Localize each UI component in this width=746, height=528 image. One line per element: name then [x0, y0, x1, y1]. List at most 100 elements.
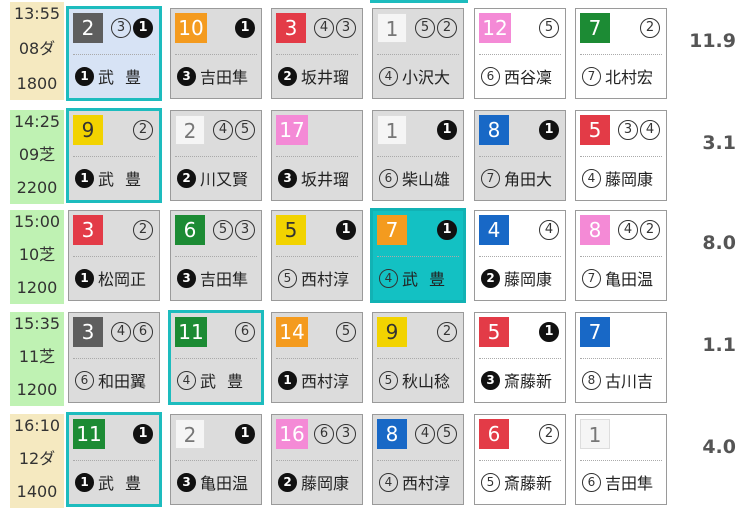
jockey: 4 西村淳 [379, 470, 459, 494]
horse-cell[interactable]: 1 6 吉田隼 [575, 414, 667, 505]
prediction-marks: 1 [437, 118, 457, 142]
horse-cell[interactable]: 3 2 1 松岡正 [68, 210, 160, 301]
horse-cell[interactable]: 12 5 6 西谷凜 [474, 8, 566, 99]
jockey-name: 川又賢 [200, 170, 249, 189]
horse-number: 11 [73, 419, 105, 449]
divider [479, 358, 561, 359]
horse-cell[interactable]: 5 1 3 斎藤新 [474, 312, 566, 403]
jockey-name: 和田翼 [98, 372, 147, 391]
jockey-rank-icon: 2 [481, 268, 500, 288]
divider [377, 54, 459, 55]
jockey-rank-icon: 8 [582, 370, 601, 390]
jockey: 8 古川吉 [582, 368, 662, 392]
divider [276, 54, 358, 55]
jockey-rank-icon: 2 [278, 66, 297, 86]
horse-cell[interactable]: 11 1 1 武豊 [66, 412, 162, 507]
horse-header: 51 [479, 317, 561, 347]
horse-header: 653 [175, 215, 257, 245]
prediction-marks: 6 [235, 320, 255, 344]
horse-number: 10 [175, 13, 207, 43]
mark-filled-circle: 1 [235, 424, 255, 444]
mark-outline-circle: 3 [336, 18, 356, 38]
horse-cell[interactable]: 9 2 1 武豊 [66, 108, 162, 203]
horse-cell[interactable]: 7 8 古川吉 [575, 312, 667, 403]
horse-cell[interactable]: 5 3 4 4 藤岡康 [575, 110, 667, 201]
prediction-marks: 31 [111, 16, 153, 40]
horse-number: 17 [276, 115, 308, 145]
divider [580, 358, 662, 359]
race-distance: 2200 [16, 178, 58, 197]
mark-outline-circle: 3 [111, 18, 131, 38]
jockey: 3 吉田隼 [177, 266, 257, 290]
jockey-name: 西村淳 [402, 474, 451, 493]
horse-cell[interactable]: 3 4 3 2 坂井瑠 [271, 8, 363, 99]
horse-cell[interactable]: 1 1 6 柴山雄 [372, 110, 464, 201]
jockey-name: 角田大 [504, 170, 553, 189]
divider [73, 156, 155, 157]
divider [73, 358, 155, 359]
horse-header: 11 6 [175, 317, 257, 347]
horse-number: 1 [377, 115, 407, 145]
prediction-marks: 43 [314, 16, 356, 40]
horse-cell[interactable]: 8 4 2 7 亀田温 [575, 210, 667, 301]
horse-cell[interactable]: 2 4 5 2 川又賢 [170, 110, 262, 201]
horse-number: 8 [377, 419, 407, 449]
race-time: 15:00 [13, 212, 61, 231]
horse-cell[interactable]: 17 3 坂井瑠 [271, 110, 363, 201]
prediction-marks: 52 [415, 16, 457, 40]
horse-cell[interactable]: 7 1 4 武豊 [370, 208, 466, 303]
horse-cell[interactable]: 3 4 6 6 和田翼 [68, 312, 160, 403]
mark-outline-circle: 2 [133, 220, 153, 240]
mark-outline-circle: 4 [640, 120, 660, 140]
horse-cell[interactable]: 6 5 3 3 吉田隼 [170, 210, 262, 301]
horse-cell[interactable]: 9 2 5 秋山稔 [372, 312, 464, 403]
mark-outline-circle: 2 [437, 322, 457, 342]
jockey: 1 西村淳 [278, 368, 358, 392]
jockey: 3 坂井瑠 [278, 166, 358, 190]
horse-cell[interactable]: 16 6 3 2 藤岡康 [271, 414, 363, 505]
jockey-rank-icon: 1 [75, 472, 94, 492]
horse-number: 3 [73, 317, 103, 347]
horse-cell[interactable]: 7 2 7 北村宏 [575, 8, 667, 99]
jockey: 1 松岡正 [75, 266, 155, 290]
horse-header: 842 [580, 215, 662, 245]
jockey: 5 西村淳 [278, 266, 358, 290]
mark-outline-circle: 4 [415, 424, 435, 444]
horse-cell[interactable]: 10 1 3 吉田隼 [170, 8, 262, 99]
jockey-name: 西村淳 [301, 372, 350, 391]
race-time: 16:10 [13, 416, 61, 435]
horse-cell[interactable]: 8 1 7 角田大 [474, 110, 566, 201]
divider [175, 256, 257, 257]
race-course: 08ダ [18, 39, 56, 58]
horse-cell[interactable]: 2 1 3 亀田温 [170, 414, 262, 505]
horse-cell[interactable]: 4 4 2 藤岡康 [474, 210, 566, 301]
horse-cell[interactable]: 11 6 4 武豊 [168, 310, 264, 405]
horse-cell[interactable]: 2 3 1 1 武豊 [66, 6, 162, 101]
jockey-name: 亀田温 [200, 474, 249, 493]
horse-cell[interactable]: 14 5 1 西村淳 [271, 312, 363, 403]
horse-header: 92 [73, 115, 155, 145]
horse-cell[interactable]: 8 4 5 4 西村淳 [372, 414, 464, 505]
prediction-marks: 45 [213, 118, 255, 142]
horse-header: 32 [73, 215, 155, 245]
jockey-rank-icon: 4 [379, 472, 398, 492]
divider [73, 54, 155, 55]
jockey-rank-icon: 7 [582, 66, 601, 86]
divider [479, 256, 561, 257]
mark-filled-circle: 1 [539, 322, 559, 342]
horse-header: 71 [377, 215, 459, 245]
jockey: 7 北村宏 [582, 64, 662, 88]
divider [276, 358, 358, 359]
jockey-name: 藤岡康 [301, 474, 350, 493]
horse-header: 92 [377, 317, 459, 347]
horse-header: 1 [580, 419, 662, 449]
jockey-rank-icon: 5 [481, 472, 500, 492]
divider [377, 156, 459, 157]
horse-cell[interactable]: 5 1 5 西村淳 [271, 210, 363, 301]
jockey-name: 秋山稔 [402, 372, 451, 391]
jockey-rank-icon: 4 [177, 370, 196, 390]
jockey: 6 柴山雄 [379, 166, 459, 190]
horse-cell[interactable]: 1 5 2 4 小沢大 [372, 8, 464, 99]
horse-cell[interactable]: 6 2 5 斎藤新 [474, 414, 566, 505]
divider [175, 156, 257, 157]
